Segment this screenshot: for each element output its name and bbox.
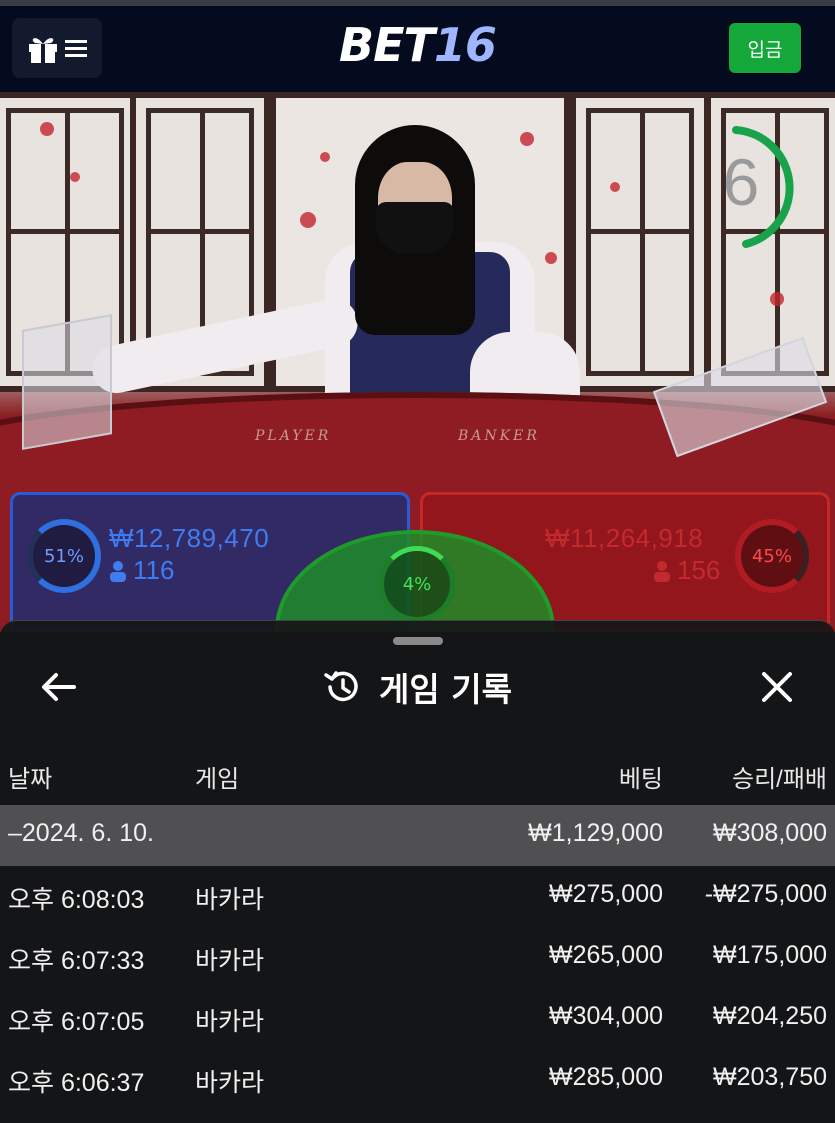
table-header: 날짜 게임 베팅 승리/패배 [0, 749, 835, 805]
history-table: 날짜 게임 베팅 승리/패배 –2024. 6. 10. ₩1,129,000 … [0, 749, 835, 1110]
row-game: 바카라 [195, 947, 265, 975]
card-shoe [22, 314, 112, 450]
logo-text-16: 16 [433, 18, 497, 72]
countdown-timer: 6 [706, 122, 806, 252]
player-percent-ring: 51% [27, 519, 101, 593]
row-game: 바카라 [195, 1008, 265, 1036]
user-icon [654, 560, 670, 582]
group-date: –2024. 6. 10. [8, 819, 154, 847]
row-time: 오후 6:06:37 [8, 1069, 145, 1097]
brand-logo[interactable]: BET16 [0, 18, 835, 72]
player-percent: 51% [43, 545, 84, 567]
banker-bettor-count: 156 [653, 555, 720, 586]
deposit-button[interactable]: 입금 [729, 23, 801, 73]
column-winloss: 승리/패배 [732, 766, 827, 793]
group-winloss-total: ₩308,000 [713, 819, 827, 847]
timer-value: 6 [722, 145, 760, 219]
banker-percent: 45% [751, 545, 792, 567]
date-group-row[interactable]: –2024. 6. 10. ₩1,129,000 ₩308,000 [0, 805, 835, 866]
sheet-drag-handle[interactable] [393, 637, 443, 645]
sheet-title-text: 게임 기록 [379, 670, 512, 709]
top-bar: BET16 입금 [0, 0, 835, 92]
player-bettor-count: 116 [109, 555, 174, 586]
row-game: 바카라 [195, 1069, 265, 1097]
row-bet: ₩275,000 [549, 880, 663, 908]
player-count: 116 [133, 555, 175, 585]
row-time: 오후 6:07:33 [8, 947, 145, 975]
group-bet-total: ₩1,129,000 [528, 819, 663, 847]
close-icon [762, 672, 792, 702]
row-bet: ₩304,000 [549, 1002, 663, 1030]
row-time: 오후 6:08:03 [8, 886, 145, 914]
row-winloss: ₩203,750 [713, 1063, 827, 1091]
row-bet: ₩285,000 [549, 1063, 663, 1091]
row-time: 오후 6:07:05 [8, 1008, 145, 1036]
column-date: 날짜 [8, 766, 53, 793]
player-total-amount: ₩12,789,470 [109, 523, 270, 553]
tie-percent: 4% [402, 573, 432, 595]
sheet-title: 게임 기록 [0, 665, 835, 709]
felt-label-player: PLAYER [255, 428, 332, 444]
tie-percent-ring: 4% [379, 546, 455, 622]
table-row[interactable]: 오후 6:07:05 바카라 ₩304,000 ₩204,250 [0, 988, 835, 1049]
row-winloss: ₩204,250 [713, 1002, 827, 1030]
live-stream-video: PLAYER BANKER 6 51% ₩12,789,470 116 ₩11,… [0, 92, 835, 632]
column-game: 게임 [195, 766, 240, 793]
close-button[interactable] [755, 665, 799, 709]
banker-percent-ring: 45% [735, 519, 809, 593]
logo-text-bet: BET [339, 18, 435, 72]
banker-total-amount: ₩11,264,918 [545, 523, 704, 553]
column-bet: 베팅 [618, 766, 663, 793]
table-row[interactable]: 오후 6:08:03 바카라 ₩275,000 -₩275,000 [0, 866, 835, 927]
history-icon [324, 671, 358, 702]
user-icon [110, 560, 126, 582]
table-row[interactable]: 오후 6:07:33 바카라 ₩265,000 ₩175,000 [0, 927, 835, 988]
felt-label-banker: BANKER [458, 428, 540, 444]
row-game: 바카라 [195, 886, 265, 914]
row-winloss: -₩275,000 [704, 880, 827, 908]
banker-count: 156 [677, 555, 721, 585]
row-bet: ₩265,000 [549, 941, 663, 969]
row-winloss: ₩175,000 [713, 941, 827, 969]
game-history-sheet: 게임 기록 날짜 게임 베팅 승리/패배 –2024. 6. 10. ₩1,12… [0, 620, 835, 1123]
table-row[interactable]: 오후 6:06:37 바카라 ₩285,000 ₩203,750 [0, 1049, 835, 1110]
screen-panel [570, 92, 710, 392]
